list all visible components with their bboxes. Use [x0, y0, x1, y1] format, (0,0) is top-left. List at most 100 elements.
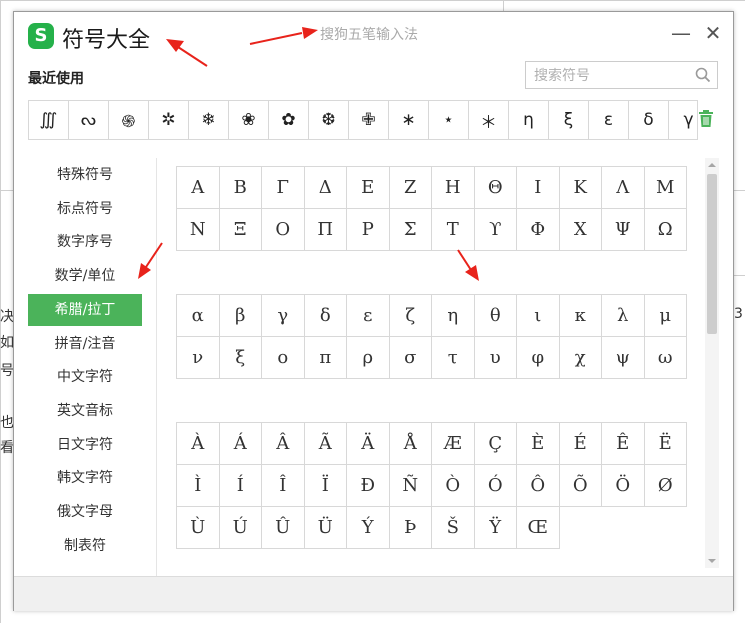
sidebar-category-item[interactable]: 数字序号 [28, 226, 142, 258]
symbol-cell[interactable]: Σ [389, 209, 432, 251]
symbol-cell[interactable]: Ç [474, 423, 517, 465]
symbol-cell[interactable]: τ [432, 337, 475, 379]
scroll-down-icon[interactable] [705, 554, 719, 568]
recent-symbol-cell[interactable]: ❀ [229, 101, 269, 139]
recent-symbol-cell[interactable]: η [509, 101, 549, 139]
symbol-cell[interactable]: Ä [347, 423, 390, 465]
symbol-cell[interactable]: À [177, 423, 220, 465]
symbol-cell[interactable]: Ê [602, 423, 645, 465]
vertical-scrollbar[interactable] [705, 158, 719, 568]
title-bar[interactable]: S 符号大全 搜狗五笔输入法 — ✕ [14, 12, 733, 57]
symbol-cell[interactable]: γ [262, 295, 305, 337]
symbol-cell[interactable]: Δ [304, 167, 347, 209]
symbol-cell[interactable]: φ [517, 337, 560, 379]
recent-symbol-cell[interactable]: ξ [549, 101, 589, 139]
symbol-cell[interactable]: Χ [559, 209, 602, 251]
search-icon[interactable] [695, 67, 711, 83]
symbol-cell[interactable]: Õ [559, 465, 602, 507]
symbol-cell[interactable]: Å [389, 423, 432, 465]
symbol-cell[interactable]: δ [304, 295, 347, 337]
symbol-cell[interactable]: Œ [517, 507, 560, 549]
symbol-cell[interactable]: Ë [644, 423, 687, 465]
sidebar-category-item[interactable]: 希腊/拉丁 [28, 293, 142, 326]
symbol-cell[interactable]: β [219, 295, 262, 337]
symbol-cell[interactable]: Þ [389, 507, 432, 549]
recent-symbol-cell[interactable]: ❄ [189, 101, 229, 139]
symbol-cell[interactable]: Â [262, 423, 305, 465]
symbol-cell[interactable]: Û [262, 507, 305, 549]
symbol-cell[interactable]: Ν [177, 209, 220, 251]
symbol-cell[interactable]: ι [517, 295, 560, 337]
symbol-cell[interactable]: Š [432, 507, 475, 549]
symbol-cell[interactable]: υ [474, 337, 517, 379]
symbol-cell[interactable]: σ [389, 337, 432, 379]
symbol-cell[interactable]: Ψ [602, 209, 645, 251]
symbol-cell[interactable]: Ö [602, 465, 645, 507]
symbol-cell[interactable]: Ξ [219, 209, 262, 251]
symbol-cell[interactable]: Ò [432, 465, 475, 507]
symbol-cell[interactable]: Æ [432, 423, 475, 465]
symbol-cell[interactable]: Β [219, 167, 262, 209]
symbol-cell[interactable]: Ï [304, 465, 347, 507]
symbol-cell[interactable]: Ô [517, 465, 560, 507]
symbol-cell[interactable]: λ [602, 295, 645, 337]
sidebar-category-item[interactable]: 日文字符 [28, 429, 142, 461]
symbol-cell[interactable]: Ù [177, 507, 220, 549]
recent-symbol-cell[interactable]: ✙ [349, 101, 389, 139]
symbol-cell[interactable]: Κ [559, 167, 602, 209]
symbol-cell[interactable]: ε [347, 295, 390, 337]
search-input[interactable] [532, 65, 686, 87]
sidebar-category-item[interactable]: 制表符 [28, 530, 142, 562]
symbol-cell[interactable]: Ρ [347, 209, 390, 251]
symbol-cell[interactable]: È [517, 423, 560, 465]
symbol-cell[interactable]: Α [177, 167, 220, 209]
symbol-cell[interactable]: Ü [304, 507, 347, 549]
sidebar-category-item[interactable]: 拼音/注音 [28, 328, 142, 360]
symbol-cell[interactable]: Î [262, 465, 305, 507]
symbol-cell[interactable]: É [559, 423, 602, 465]
scroll-thumb[interactable] [707, 174, 717, 334]
sidebar-category-item[interactable]: 中文字符 [28, 361, 142, 393]
symbol-cell[interactable]: Θ [474, 167, 517, 209]
symbol-cell[interactable]: Ζ [389, 167, 432, 209]
symbol-cell[interactable]: π [304, 337, 347, 379]
symbol-cell[interactable]: Λ [602, 167, 645, 209]
symbol-cell[interactable]: Ú [219, 507, 262, 549]
symbol-cell[interactable]: κ [559, 295, 602, 337]
symbol-cell[interactable]: Μ [644, 167, 687, 209]
symbol-cell[interactable]: ζ [389, 295, 432, 337]
recent-symbol-cell[interactable]: ∗ [389, 101, 429, 139]
symbol-cell[interactable]: θ [474, 295, 517, 337]
recent-symbol-cell[interactable]: ✲ [149, 101, 189, 139]
recent-symbol-cell[interactable]: ✿ [269, 101, 309, 139]
minimize-button[interactable]: — [670, 22, 692, 44]
recent-symbol-cell[interactable]: ֍ [109, 101, 149, 139]
close-button[interactable]: ✕ [702, 22, 724, 44]
symbol-cell[interactable]: Ø [644, 465, 687, 507]
symbol-cell[interactable]: ϒ [474, 209, 517, 251]
symbol-cell[interactable]: Á [219, 423, 262, 465]
symbol-cell[interactable]: Ì [177, 465, 220, 507]
symbol-cell[interactable]: η [432, 295, 475, 337]
symbol-cell[interactable]: ω [644, 337, 687, 379]
recent-symbol-cell[interactable]: ＊ [469, 101, 509, 139]
symbol-cell[interactable]: χ [559, 337, 602, 379]
symbol-cell[interactable]: ο [262, 337, 305, 379]
symbol-cell[interactable]: Ñ [389, 465, 432, 507]
search-box[interactable] [525, 61, 718, 89]
recent-symbol-cell[interactable]: ⋆ [429, 101, 469, 139]
scroll-up-icon[interactable] [705, 158, 719, 172]
sidebar-category-item[interactable]: 标点符号 [28, 193, 142, 225]
sidebar-category-item[interactable]: 韩文字符 [28, 462, 142, 494]
symbol-cell[interactable]: Ι [517, 167, 560, 209]
sidebar-category-item[interactable]: 数学/单位 [28, 260, 142, 292]
symbol-cell[interactable]: α [177, 295, 220, 337]
recent-symbol-cell[interactable]: ε [589, 101, 629, 139]
symbol-cell[interactable]: Π [304, 209, 347, 251]
symbol-cell[interactable]: Ε [347, 167, 390, 209]
symbol-cell[interactable]: Ÿ [474, 507, 517, 549]
symbol-cell[interactable]: ρ [347, 337, 390, 379]
sidebar-category-item[interactable]: 特殊符号 [28, 159, 142, 191]
recent-symbol-cell[interactable]: ∭ [29, 101, 69, 139]
symbol-cell[interactable]: Η [432, 167, 475, 209]
